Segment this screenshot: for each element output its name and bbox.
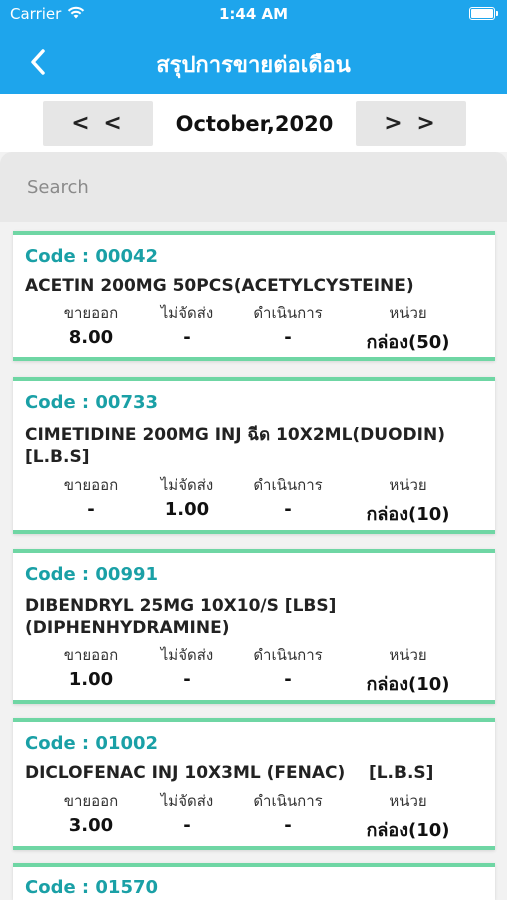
- not-shipped-value: -: [183, 327, 191, 348]
- battery-level: [471, 9, 493, 18]
- unit-value: กล่อง(10): [366, 820, 450, 841]
- not-shipped-label: ไม่จัดส่ง: [160, 304, 214, 322]
- in-progress-column: ดำเนินการ -: [238, 301, 338, 348]
- in-progress-column: ดำเนินการ -: [238, 643, 338, 690]
- list-item[interactable]: Code : 00991 DIBENDRYL 25MG 10X10/S [LBS…: [13, 549, 495, 704]
- sold-column: ขายออก -: [41, 473, 141, 520]
- previous-month-button[interactable]: < <: [43, 101, 153, 146]
- product-code: Code : 01570: [25, 877, 159, 898]
- sold-column: ขายออก 1.00: [41, 643, 141, 690]
- product-name: ACETIN 200MG 50PCS(ACETYLCYSTEINE): [25, 276, 414, 296]
- in-progress-label: ดำเนินการ: [253, 304, 323, 322]
- in-progress-value: -: [284, 499, 292, 520]
- product-code: Code : 00991: [25, 564, 159, 585]
- list-item[interactable]: Code : 01002 DICLOFENAC INJ 10X3ML (FENA…: [13, 718, 495, 850]
- list-item[interactable]: Code : 00042 ACETIN 200MG 50PCS(ACETYLCY…: [13, 231, 495, 361]
- unit-value: กล่อง(10): [366, 674, 450, 695]
- unit-value: กล่อง(50): [366, 332, 450, 353]
- unit-label: หน่วย: [389, 792, 427, 810]
- in-progress-value: -: [284, 669, 292, 690]
- sold-label: ขายออก: [63, 646, 119, 664]
- app-header: Carrier 1:44 AM สรุปการขายต่อเดือน: [0, 0, 507, 94]
- in-progress-label: ดำเนินการ: [253, 646, 323, 664]
- not-shipped-label: ไม่จัดส่ง: [160, 476, 214, 494]
- not-shipped-column: ไม่จัดส่ง -: [137, 789, 237, 836]
- battery-icon: [469, 7, 498, 20]
- product-name: DICLOFENAC INJ 10X3ML (FENAC) [L.B.S]: [25, 763, 434, 783]
- product-code: Code : 00733: [25, 392, 159, 413]
- sold-value: 1.00: [68, 669, 114, 690]
- sold-value: 3.00: [68, 815, 114, 836]
- unit-column: หน่วยกล่อง(10): [358, 473, 458, 528]
- nav-bar: สรุปการขายต่อเดือน: [0, 38, 507, 84]
- not-shipped-column: ไม่จัดส่ง 1.00: [137, 473, 237, 520]
- list-item[interactable]: Code : 01570: [13, 863, 495, 900]
- current-month-label: October,2020: [175, 111, 334, 136]
- unit-column: หน่วยกล่อง(50): [358, 301, 458, 356]
- product-code: Code : 00042: [25, 246, 159, 267]
- status-time: 1:44 AM: [218, 5, 289, 23]
- in-progress-value: -: [284, 327, 292, 348]
- not-shipped-label: ไม่จัดส่ง: [160, 646, 214, 664]
- unit-label: หน่วย: [389, 476, 427, 494]
- not-shipped-value: 1.00: [164, 499, 210, 520]
- sold-value: 8.00: [68, 327, 114, 348]
- status-bar: Carrier 1:44 AM: [0, 0, 507, 28]
- unit-label: หน่วย: [389, 304, 427, 322]
- not-shipped-value: -: [183, 669, 191, 690]
- unit-label: หน่วย: [389, 646, 427, 664]
- unit-column: หน่วยกล่อง(10): [358, 643, 458, 698]
- unit-value: กล่อง(10): [366, 504, 450, 525]
- in-progress-value: -: [284, 815, 292, 836]
- product-name: DIBENDRYL 25MG 10X10/S [LBS] (DIPHENHYDR…: [25, 596, 337, 638]
- in-progress-label: ดำเนินการ: [253, 476, 323, 494]
- in-progress-label: ดำเนินการ: [253, 792, 323, 810]
- sold-value: -: [87, 499, 95, 520]
- list-item[interactable]: Code : 00733 CIMETIDINE 200MG INJ ฉีด 10…: [13, 377, 495, 534]
- sold-column: ขายออก 8.00: [41, 301, 141, 348]
- next-month-button[interactable]: > >: [356, 101, 466, 146]
- not-shipped-label: ไม่จัดส่ง: [160, 792, 214, 810]
- page-title: สรุปการขายต่อเดือน: [156, 53, 351, 78]
- sold-label: ขายออก: [63, 792, 119, 810]
- product-name: CIMETIDINE 200MG INJ ฉีด 10X2ML(DUODIN) …: [25, 425, 445, 467]
- search-bar: [0, 152, 507, 222]
- not-shipped-column: ไม่จัดส่ง -: [137, 301, 237, 348]
- in-progress-column: ดำเนินการ -: [238, 789, 338, 836]
- sold-column: ขายออก 3.00: [41, 789, 141, 836]
- search-input[interactable]: [0, 152, 507, 222]
- sold-label: ขายออก: [63, 304, 119, 322]
- sold-label: ขายออก: [63, 476, 119, 494]
- not-shipped-column: ไม่จัดส่ง -: [137, 643, 237, 690]
- unit-column: หน่วยกล่อง(10): [358, 789, 458, 844]
- in-progress-column: ดำเนินการ -: [238, 473, 338, 520]
- not-shipped-value: -: [183, 815, 191, 836]
- product-code: Code : 01002: [25, 733, 159, 754]
- month-selector: < < October,2020 > >: [0, 94, 507, 152]
